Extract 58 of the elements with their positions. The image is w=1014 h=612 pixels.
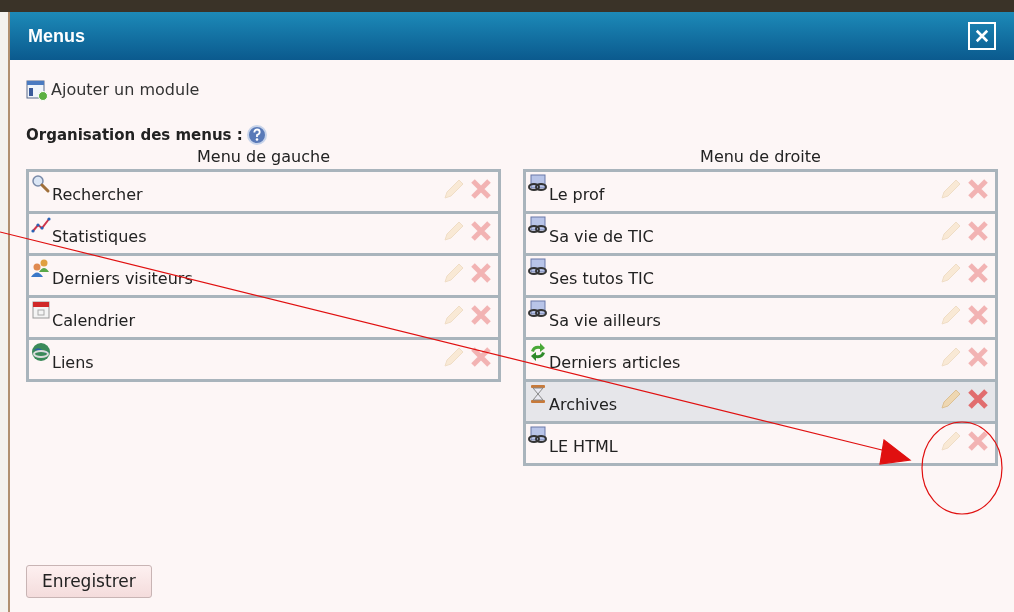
edit-pencil-icon[interactable]: [442, 219, 466, 243]
add-module-icon: [26, 79, 48, 101]
edit-pencil-icon[interactable]: [442, 261, 466, 285]
menu-item[interactable]: Archives: [526, 381, 995, 421]
edit-pencil-icon[interactable]: [939, 429, 963, 453]
item-label: Sa vie de TIC: [549, 226, 654, 248]
help-icon[interactable]: [246, 125, 267, 146]
item-label: Derniers articles: [549, 352, 681, 374]
users-icon: [31, 257, 51, 278]
edit-pencil-icon[interactable]: [939, 219, 963, 243]
menu-item[interactable]: Sa vie de TIC: [526, 213, 995, 253]
link-page-icon: [528, 425, 548, 446]
edit-pencil-icon[interactable]: [939, 387, 963, 411]
add-module-link[interactable]: Ajouter un module: [51, 78, 200, 102]
item-label: Sa vie ailleurs: [549, 310, 661, 332]
menu-item[interactable]: Liens: [29, 339, 498, 379]
delete-x-icon[interactable]: [967, 388, 989, 410]
item-label: Liens: [52, 352, 94, 374]
edit-pencil-icon[interactable]: [442, 303, 466, 327]
item-label: Rechercher: [52, 184, 143, 206]
globe-link-icon: [31, 341, 51, 362]
item-label: Le prof: [549, 184, 605, 206]
edit-pencil-icon[interactable]: [939, 303, 963, 327]
section-title: Organisation des menus :: [26, 125, 243, 146]
edit-pencil-icon[interactable]: [442, 345, 466, 369]
item-label: Derniers visiteurs: [52, 268, 193, 290]
edit-pencil-icon[interactable]: [939, 177, 963, 201]
refresh-icon: [528, 341, 548, 362]
menu-item[interactable]: Derniers articles: [526, 339, 995, 379]
close-icon[interactable]: [975, 29, 989, 43]
link-page-icon: [528, 215, 548, 236]
hourglass-icon: [528, 383, 548, 404]
menu-item[interactable]: LE HTML: [526, 423, 995, 463]
link-page-icon: [528, 299, 548, 320]
edit-pencil-icon[interactable]: [442, 177, 466, 201]
menu-item[interactable]: Rechercher: [29, 171, 498, 211]
item-label: Archives: [549, 394, 618, 416]
item-label: Ses tutos TIC: [549, 268, 654, 290]
save-button[interactable]: Enregistrer: [26, 565, 152, 598]
column-heading: Menu de gauche: [196, 146, 331, 167]
item-label: Calendrier: [52, 310, 135, 332]
item-label: Statistiques: [52, 226, 147, 248]
menu-item[interactable]: Ses tutos TIC: [526, 255, 995, 295]
column-heading: Menu de droite: [699, 146, 822, 167]
link-page-icon: [528, 173, 548, 194]
menu-item[interactable]: Le prof: [526, 171, 995, 211]
item-label: LE HTML: [549, 436, 618, 458]
magnifier-icon: [31, 173, 51, 194]
menu-item[interactable]: Sa vie ailleurs: [526, 297, 995, 337]
edit-pencil-icon[interactable]: [939, 345, 963, 369]
link-page-icon: [528, 257, 548, 278]
menu-item[interactable]: Derniers visiteurs: [29, 255, 498, 295]
edit-pencil-icon[interactable]: [939, 261, 963, 285]
menu-item[interactable]: Statistiques: [29, 213, 498, 253]
menu-item[interactable]: Calendrier: [29, 297, 498, 337]
close-button[interactable]: [968, 22, 996, 50]
calendar-icon: [31, 299, 51, 320]
window-title: Menus: [28, 24, 85, 48]
